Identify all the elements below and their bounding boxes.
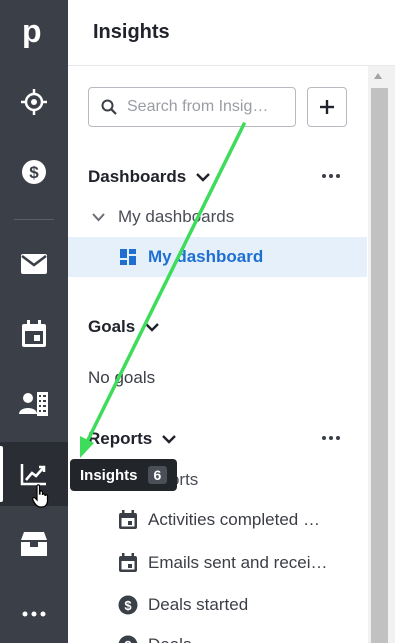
dot <box>336 436 340 440</box>
dot <box>322 436 326 440</box>
left-navigation-rail: p $ <box>0 0 68 643</box>
chevron-down-icon <box>162 434 177 444</box>
tooltip-label: Insights <box>80 466 138 484</box>
svg-text:$: $ <box>29 163 39 182</box>
search-box[interactable] <box>88 87 296 127</box>
calendar-icon <box>22 320 46 347</box>
panel-header: Insights <box>68 0 395 66</box>
dashboards-section-label: Dashboards <box>88 167 187 186</box>
mail-icon <box>21 254 47 274</box>
pipedrive-logo[interactable]: p <box>0 0 68 64</box>
svg-text:p: p <box>22 16 42 48</box>
page-title: Insights <box>93 21 170 43</box>
report-item[interactable]: Activities completed … <box>118 507 320 533</box>
dot <box>336 174 340 178</box>
box-icon <box>21 532 47 556</box>
report-label: Activities completed … <box>148 510 320 529</box>
rail-divider <box>14 219 54 220</box>
svg-text:$: $ <box>124 638 132 643</box>
dashboards-more-button[interactable] <box>322 174 342 180</box>
goals-section-toggle[interactable]: Goals <box>88 315 160 339</box>
dollar-icon: $ <box>118 595 138 615</box>
search-icon <box>101 99 117 115</box>
report-label: Deals… <box>148 635 208 643</box>
scroll-up-arrow-icon[interactable] <box>373 72 383 80</box>
chevron-down-icon <box>145 322 160 332</box>
report-item[interactable]: $ Deals… <box>118 632 208 643</box>
rail-products-button[interactable] <box>0 512 68 576</box>
dollar-icon: $ <box>118 635 138 643</box>
rail-mail-button[interactable] <box>0 232 68 296</box>
rail-insights-button[interactable] <box>0 442 68 508</box>
my-dashboard-label: My dashboard <box>148 247 264 266</box>
target-icon <box>21 89 47 115</box>
dot <box>329 174 333 178</box>
report-label: Emails sent and recei… <box>148 553 328 572</box>
dot <box>329 436 333 440</box>
add-button[interactable] <box>307 87 347 127</box>
more-icon <box>22 611 46 617</box>
reports-section-label: Reports <box>88 429 153 448</box>
calendar-icon <box>119 553 137 572</box>
reports-section-toggle[interactable]: Reports <box>88 427 177 451</box>
chart-icon <box>20 464 46 486</box>
report-item[interactable]: Emails sent and recei… <box>118 550 328 576</box>
svg-text:$: $ <box>124 598 132 613</box>
rail-contacts-button[interactable] <box>0 372 68 436</box>
calendar-icon <box>119 510 137 529</box>
dot <box>322 174 326 178</box>
report-item[interactable]: $ Deals started <box>118 592 248 618</box>
dashboard-icon <box>120 249 136 265</box>
logo-icon: p <box>22 16 42 48</box>
contacts-icon <box>19 392 48 416</box>
search-input[interactable] <box>127 98 292 116</box>
chevron-down-icon <box>196 172 211 182</box>
goals-section-label: Goals <box>88 317 136 336</box>
dollar-icon: $ <box>22 160 46 184</box>
insights-tooltip: Insights 6 <box>70 459 178 491</box>
rail-leads-button[interactable] <box>0 70 68 134</box>
goals-empty-text: No goals <box>88 368 156 387</box>
dashboards-section-toggle[interactable]: Dashboards <box>88 165 211 189</box>
tooltip-count-badge: 6 <box>147 466 168 484</box>
scrollbar-thumb[interactable] <box>371 88 388 643</box>
reports-more-button[interactable] <box>322 436 342 442</box>
my-dashboards-label: My dashboards <box>118 207 235 226</box>
my-dashboards-group[interactable]: My dashboards <box>68 197 367 237</box>
hand-cursor-icon <box>32 484 49 508</box>
report-label: Deals started <box>148 595 249 614</box>
insights-panel: Insights Dashboards My dashboards <box>68 0 395 643</box>
my-dashboard-item[interactable]: My dashboard <box>68 237 367 277</box>
plus-icon <box>320 100 334 114</box>
rail-activities-button[interactable] <box>0 302 68 366</box>
rail-more-button[interactable] <box>0 582 68 643</box>
chevron-down-icon <box>92 212 105 221</box>
rail-deals-button[interactable]: $ <box>0 140 68 204</box>
